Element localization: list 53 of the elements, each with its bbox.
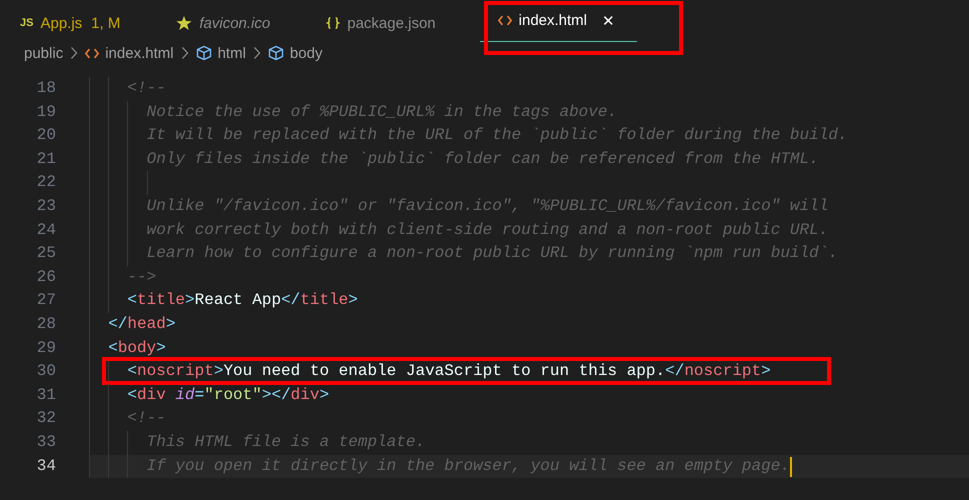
line-number: 19	[36, 102, 57, 123]
line-number: 25	[36, 243, 57, 264]
code-line: </head>	[107, 314, 176, 335]
breadcrumb-item[interactable]: public	[24, 44, 64, 62]
code-comment: -->	[126, 266, 156, 288]
breadcrumb-item[interactable]: body	[290, 44, 322, 62]
code-comment: Unlike "/favicon.ico" or "favicon.ico", "%PUBLIC_URL%/favicon.ico" will	[146, 196, 828, 217]
code-comment: <!--	[126, 78, 166, 99]
chevron-icon	[180, 46, 189, 60]
text-cursor	[790, 456, 792, 476]
code-comment: If you open it directly in the browser, you will see an empty page.	[146, 456, 790, 476]
cube-icon	[196, 45, 212, 61]
code-line: <body>	[107, 338, 166, 359]
line-number: 34	[36, 456, 57, 476]
line-number: 30	[36, 361, 57, 382]
line-number: 18	[36, 78, 57, 99]
code-brackets-icon	[85, 48, 100, 58]
code-comment: work correctly both with client-side routing and a non-root public URL.	[146, 220, 828, 241]
chevron-icon	[252, 46, 261, 60]
line-number: 32	[36, 408, 57, 430]
line-number: 22	[36, 172, 57, 194]
line-number: 23	[36, 196, 57, 217]
js-file-icon: JS	[20, 17, 34, 29]
breadcrumb-item[interactable]: html	[218, 44, 246, 62]
code-comment: Only files inside the `public` folder can be referenced from the HTML.	[146, 148, 819, 170]
code-line: <title>React App</title>	[126, 290, 358, 312]
editor-tab[interactable]: package.json	[326, 0, 456, 46]
chevron-icon	[70, 46, 78, 60]
line-number: 27	[36, 290, 57, 312]
line-number: 21	[36, 148, 57, 170]
breadcrumb-item[interactable]: index.html	[105, 44, 174, 62]
line-number: 26	[36, 266, 57, 288]
code-comment: This HTML file is a template.	[146, 432, 426, 453]
line-number: 24	[36, 220, 57, 241]
line-number: 33	[36, 432, 57, 453]
editor-tab[interactable]: favicon.ico	[176, 0, 290, 46]
close-button[interactable]: ✕	[602, 12, 616, 30]
code-brackets-icon	[498, 15, 512, 26]
code-comment: Learn how to configure a non-root public URL by running `npm run build`.	[146, 243, 838, 264]
line-number: 20	[36, 125, 57, 146]
star-icon	[176, 15, 192, 31]
code-line: <noscript>You need to enable JavaScript to run this app.</noscript>	[126, 361, 771, 382]
code-comment: It will be replaced with the URL of the `public` folder during the build.	[146, 125, 848, 146]
line-number: 28	[36, 314, 57, 335]
cube-icon	[268, 45, 284, 61]
editor-tab[interactable]: JS App.js 1, M	[20, 0, 140, 46]
line-number: 29	[36, 338, 57, 359]
code-comment: Notice the use of %PUBLIC_URL% in the tags above.	[146, 102, 618, 123]
curly-braces-icon	[326, 16, 340, 30]
code-line: <div id="root"></div>	[126, 384, 330, 406]
line-number: 31	[36, 384, 57, 406]
code-comment: <!--	[126, 408, 166, 430]
editor-tab[interactable]: index.html ✕	[480, 0, 638, 42]
